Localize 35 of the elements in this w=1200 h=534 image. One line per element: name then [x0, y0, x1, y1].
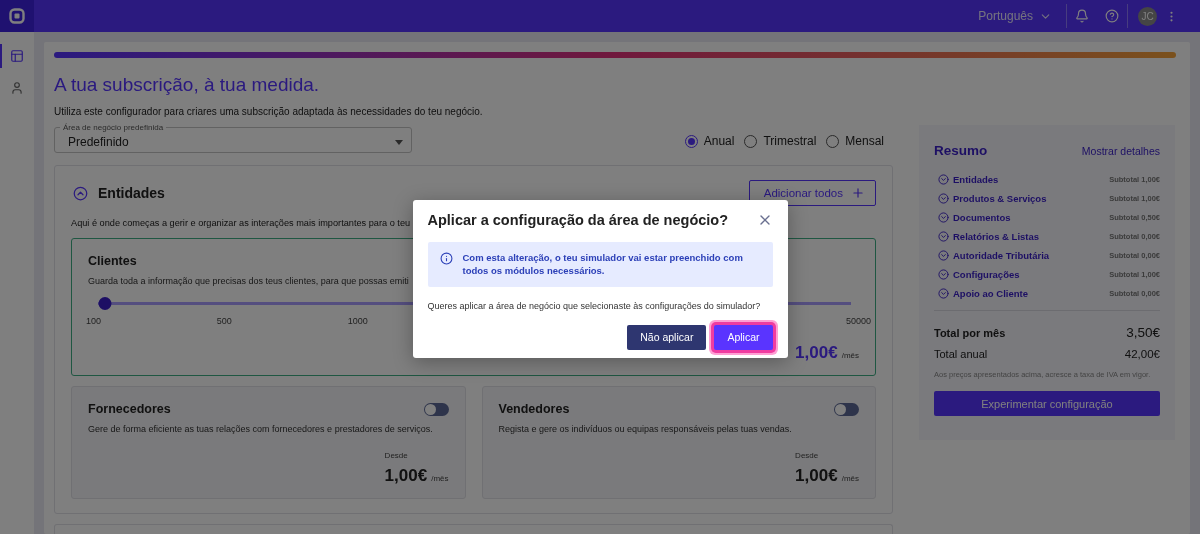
select-value: Predefinido: [68, 135, 129, 149]
price-unit: /mês: [431, 474, 449, 483]
module-description: Regista e gere os indivíduos ou equipas responsáveis pelas tuas vendas.: [498, 424, 792, 434]
price-from-label: Desde: [384, 451, 408, 460]
radio-label: Mensal: [845, 134, 884, 148]
price: 1,00€: [384, 466, 428, 486]
price-unit: /mês: [841, 474, 859, 483]
summary-title: Resumo: [934, 143, 988, 158]
price: 1,00€: [795, 466, 838, 486]
total-label: Total por mês: [934, 326, 1006, 339]
module-title: Fornecedores: [88, 402, 171, 416]
section-description: Aqui é onde começas a gerir e organizar as interações mais importantes para o teu: [71, 218, 411, 228]
module-description: Gere de forma eficiente as tuas relações com fornecedores e prestadores de serviços.: [88, 424, 433, 434]
tick-label: 50000: [845, 316, 871, 326]
dialog-title: Aplicar a configuração da área de negócio?: [427, 212, 729, 228]
module-description: Guarda toda a informação que precisas dos teus clientes, para que possas emiti: [88, 276, 409, 286]
module-title: Vendedores: [498, 402, 570, 416]
price-unit: /mês: [841, 351, 859, 360]
total-label: Total anual: [934, 348, 988, 360]
radio-label: Trimestral: [763, 134, 817, 148]
price-from-label: Desde: [795, 451, 819, 460]
module-title: Clientes: [88, 254, 137, 268]
page-title: A tua subscrição, à tua medida.: [54, 74, 321, 96]
total-value: 3,50€: [1126, 325, 1160, 340]
price: 1,00€: [795, 343, 838, 363]
dialog-question: Queres aplicar a área de negócio que selecionaste às configurações do simulador?: [427, 300, 762, 311]
info-text: Com esta alteração, o teu simulador vai estar preenchido com todos os módulos necessários.: [462, 251, 744, 278]
tick-label: 100: [86, 316, 102, 326]
page-subtitle: Utiliza este configurador para criares uma subscrição adaptada às necessidades do teu negócio.: [54, 106, 484, 117]
field-label: Área de negócio predefinida: [62, 123, 165, 132]
tick-label: 1000: [347, 316, 368, 326]
total-value: 42,00€: [1124, 348, 1160, 360]
section-title: Entidades: [98, 185, 165, 201]
tick-label: 500: [216, 316, 232, 326]
radio-label: Anual: [703, 134, 735, 148]
